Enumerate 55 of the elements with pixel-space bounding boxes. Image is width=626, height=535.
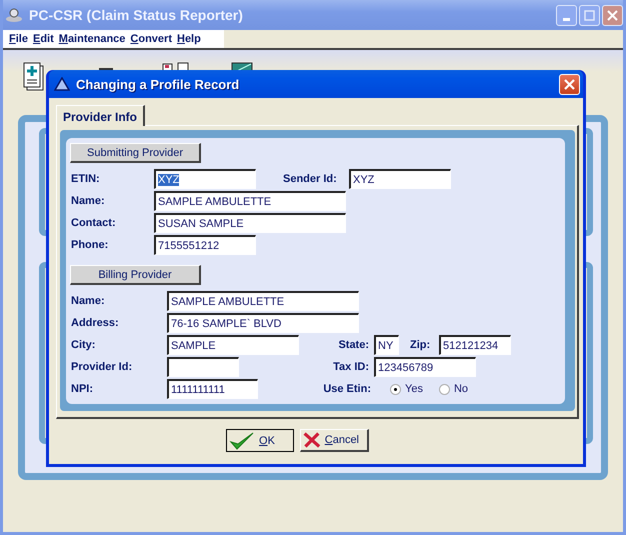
ok-button[interactable]: OK — [226, 429, 294, 452]
radio-label: No — [454, 383, 468, 395]
menu-item[interactable]: File — [7, 33, 31, 45]
input-field[interactable] — [167, 357, 239, 377]
cancel-button[interactable]: Cancel — [300, 429, 369, 452]
menu-item[interactable]: Help — [174, 33, 204, 45]
section-header-button[interactable]: Submitting Provider — [70, 143, 201, 163]
field-label: Zip: — [409, 339, 432, 351]
field-label: Sender Id: — [282, 173, 338, 185]
new-document-icon — [23, 62, 45, 92]
input-field[interactable]: SAMPLE — [167, 335, 299, 355]
field-label: Name: — [70, 295, 106, 307]
radio-button[interactable] — [438, 384, 450, 394]
close-button[interactable] — [602, 4, 623, 26]
close-icon — [607, 10, 618, 20]
field-label: Phone: — [70, 239, 110, 251]
input-field[interactable]: SAMPLE AMBULETTE — [154, 191, 346, 211]
minimize-button[interactable] — [556, 4, 577, 26]
input-field[interactable]: 76-16 SAMPLE` BLVD — [167, 313, 359, 333]
radio-button[interactable] — [390, 384, 401, 394]
radio-label: Yes — [405, 383, 423, 395]
triangle-icon — [54, 77, 70, 91]
maximize-icon — [584, 10, 595, 20]
window-title: PC-CSR (Claim Status Reporter) — [29, 7, 244, 23]
field-label: Name: — [70, 195, 106, 207]
tab[interactable]: Provider Info — [56, 105, 146, 126]
check-icon — [229, 430, 255, 450]
input-field[interactable]: XYZ — [349, 169, 451, 189]
dialog-title: Changing a Profile Record — [76, 76, 240, 92]
app-icon — [5, 7, 23, 23]
section-header-button[interactable]: Billing Provider — [70, 265, 201, 285]
menu-item[interactable]: Convert — [128, 33, 175, 45]
menu-item[interactable]: Maintenance — [56, 33, 128, 45]
field-label: City: — [70, 339, 96, 351]
field-label: Provider Id: — [70, 361, 134, 373]
input-field[interactable]: XYZ — [154, 169, 256, 189]
input-field[interactable]: NY — [374, 335, 399, 355]
field-label: Use Etin: — [322, 383, 372, 395]
cross-icon — [303, 430, 321, 450]
input-field[interactable]: 1111111111 — [167, 379, 258, 399]
close-icon — [564, 78, 575, 90]
maximize-button[interactable] — [579, 4, 600, 26]
field-label: Contact: — [70, 217, 117, 229]
field-label: ETIN: — [70, 173, 101, 185]
input-field[interactable]: 123456789 — [374, 357, 476, 377]
minimize-icon — [563, 18, 570, 20]
field-label: Address: — [70, 317, 120, 329]
field-label: Tax ID: — [332, 361, 370, 373]
input-field[interactable]: SAMPLE AMBULETTE — [167, 291, 359, 311]
input-field[interactable]: 512121234 — [439, 335, 511, 355]
field-label: State: — [337, 339, 370, 351]
input-field[interactable]: SUSAN SAMPLE — [154, 213, 346, 233]
input-field[interactable]: 7155551212 — [154, 235, 256, 255]
menu-item[interactable]: Edit — [30, 33, 57, 45]
field-label: NPI: — [70, 383, 94, 395]
